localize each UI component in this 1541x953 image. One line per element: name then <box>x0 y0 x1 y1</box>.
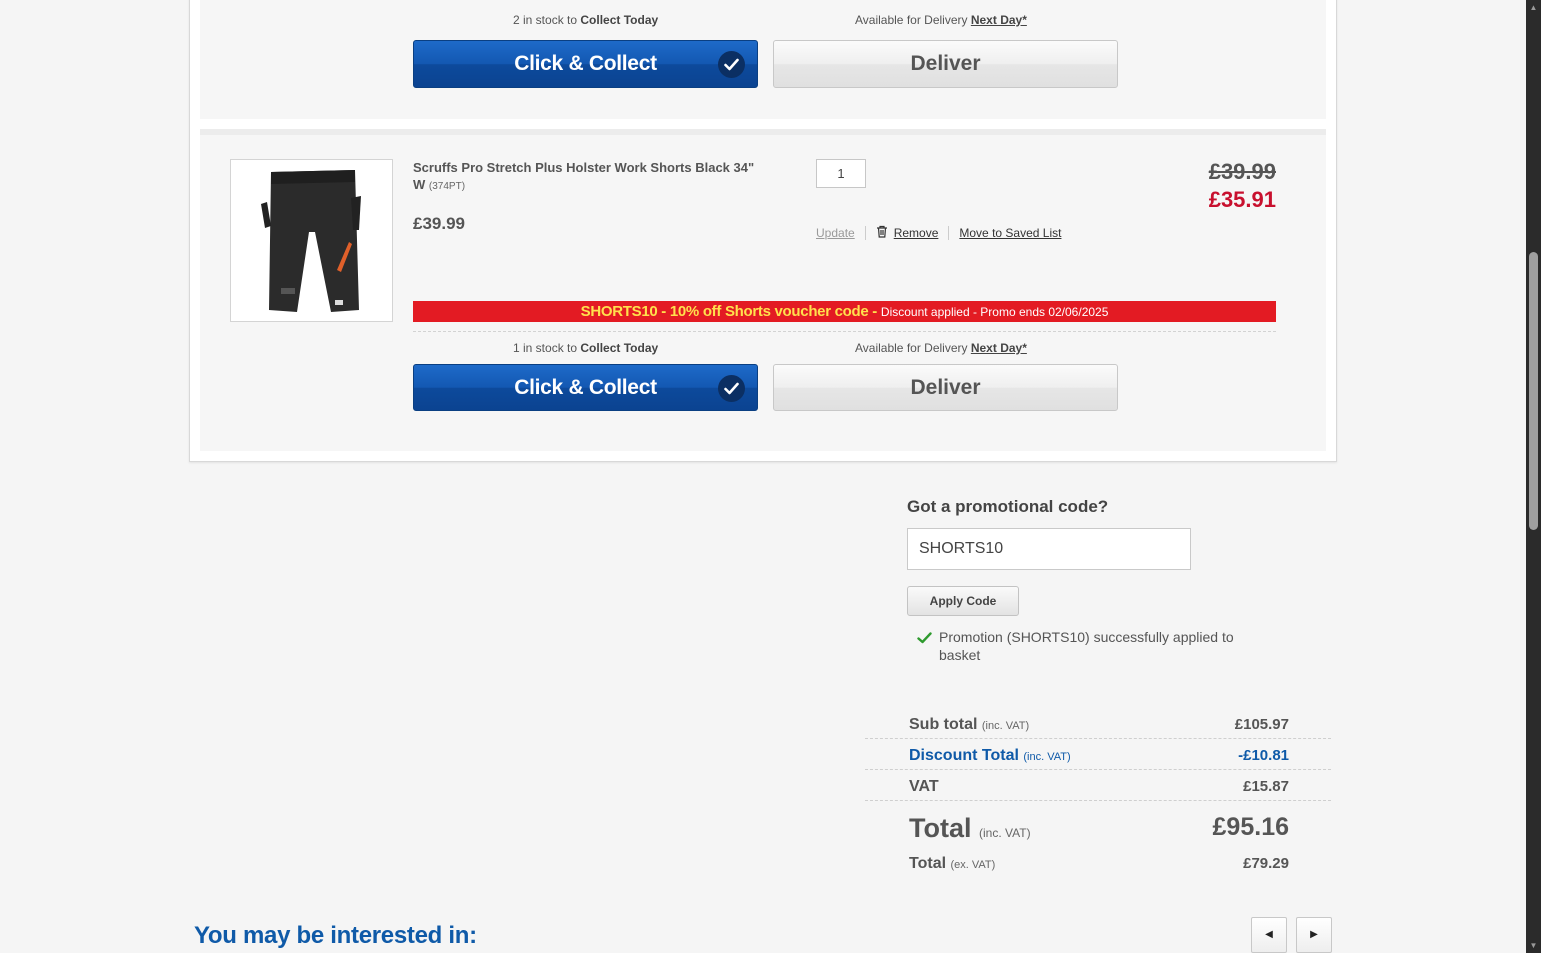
update-link[interactable]: Update <box>816 226 855 240</box>
scrollbar-thumb[interactable] <box>1529 252 1538 530</box>
total-value: £95.16 <box>1212 813 1289 841</box>
delivery-info: Available for Delivery Next Day* <box>855 341 1027 355</box>
stock-count-text: 1 in stock to <box>513 341 578 355</box>
basket-card: 2 in stock to Collect Today Available fo… <box>189 0 1337 462</box>
discount-value: -£10.81 <box>1238 747 1289 764</box>
subtotal-label: Sub total (inc. VAT) <box>909 716 1030 733</box>
discount-label: Discount Total (inc. VAT) <box>909 747 1071 764</box>
product-image[interactable] <box>230 159 393 322</box>
product-sku: (374PT) <box>428 181 466 192</box>
vat-label: VAT <box>909 778 939 795</box>
item-actions: Update Remove Move to Saved List <box>816 225 1061 241</box>
subtotal-row: Sub total (inc. VAT) £105.97 <box>865 708 1331 739</box>
promo-code-input[interactable] <box>907 528 1191 570</box>
subtotal-value: £105.97 <box>1234 716 1289 733</box>
scroll-down-arrow-icon[interactable]: ▼ <box>1526 938 1541 953</box>
next-day-link[interactable]: Next Day* <box>971 13 1027 27</box>
discounted-price: £35.91 <box>1208 187 1276 212</box>
promo-code-text: SHORTS10 - 10% off Shorts voucher code - <box>580 303 878 320</box>
apply-code-button[interactable]: Apply Code <box>907 586 1019 616</box>
collect-stock-info: 2 in stock to Collect Today <box>513 13 658 27</box>
check-circle-icon <box>718 375 745 402</box>
delivery-availability-text: Available for Delivery <box>855 13 968 27</box>
carousel-prev-button[interactable]: ◀ <box>1251 917 1287 953</box>
check-circle-icon <box>718 51 745 78</box>
deliver-label: Deliver <box>910 376 981 399</box>
divider <box>948 226 950 240</box>
basket-item-2: Scruffs Pro Stretch Plus Holster Work Sh… <box>200 129 1326 451</box>
vat-value: £15.87 <box>1243 778 1289 795</box>
collect-today-text: Collect Today <box>580 13 659 27</box>
click-and-collect-label: Click & Collect <box>514 52 657 75</box>
promo-banner: SHORTS10 - 10% off Shorts voucher code -… <box>413 301 1276 322</box>
delivery-info: Available for Delivery Next Day* <box>855 13 1027 27</box>
promo-code-heading: Got a promotional code? <box>907 497 1109 516</box>
move-to-saved-list-link[interactable]: Move to Saved List <box>959 226 1061 240</box>
total-inc-vat-row: Total (inc. VAT) £95.16 <box>865 801 1331 851</box>
divider <box>864 226 866 240</box>
scroll-up-arrow-icon[interactable]: ▲ <box>1526 0 1541 15</box>
chevron-right-icon: ▶ <box>1310 929 1318 940</box>
trash-icon[interactable] <box>876 225 888 241</box>
vat-row: VAT £15.87 <box>865 770 1331 801</box>
total-ex-vat-row: Total (ex. VAT) £79.29 <box>865 851 1331 881</box>
collect-today-text: Collect Today <box>580 341 659 355</box>
total-label: Total (inc. VAT) <box>909 813 1031 843</box>
recommendations-heading: You may be interested in: <box>194 922 477 949</box>
click-and-collect-button[interactable]: Click & Collect <box>413 40 758 88</box>
original-price: £39.99 <box>1208 159 1276 184</box>
order-totals: Sub total (inc. VAT) £105.97 Discount To… <box>865 708 1331 881</box>
chevron-left-icon: ◀ <box>1265 929 1273 940</box>
click-and-collect-label: Click & Collect <box>514 376 657 399</box>
discount-row: Discount Total (inc. VAT) -£10.81 <box>865 739 1331 770</box>
total-ex-label: Total (ex. VAT) <box>909 855 996 872</box>
total-ex-value: £79.29 <box>1243 855 1289 872</box>
promo-success-text: Promotion (SHORTS10) successfully applie… <box>939 629 1234 663</box>
success-check-icon <box>917 630 932 648</box>
carousel-next-button[interactable]: ▶ <box>1296 917 1332 953</box>
deliver-button[interactable]: Deliver <box>773 364 1118 411</box>
page-scrollbar[interactable]: ▲ ▼ <box>1526 0 1541 953</box>
divider <box>413 331 1276 332</box>
remove-link[interactable]: Remove <box>894 226 939 240</box>
deliver-button[interactable]: Deliver <box>773 40 1118 88</box>
next-day-link[interactable]: Next Day* <box>971 341 1027 355</box>
stock-count-text: 2 in stock to <box>513 13 578 27</box>
deliver-label: Deliver <box>910 52 981 75</box>
unit-price: £39.99 <box>413 214 465 233</box>
delivery-availability-text: Available for Delivery <box>855 341 968 355</box>
quantity-input[interactable] <box>816 159 866 188</box>
promo-success-message: Promotion (SHORTS10) successfully applie… <box>917 628 1247 664</box>
product-name[interactable]: Scruffs Pro Stretch Plus Holster Work Sh… <box>413 159 763 195</box>
basket-item-1: 2 in stock to Collect Today Available fo… <box>200 0 1326 119</box>
click-and-collect-button[interactable]: Click & Collect <box>413 364 758 411</box>
collect-stock-info: 1 in stock to Collect Today <box>513 341 658 355</box>
work-shorts-image <box>261 170 361 312</box>
promo-details-text: Discount applied - Promo ends 02/06/2025 <box>880 305 1109 319</box>
